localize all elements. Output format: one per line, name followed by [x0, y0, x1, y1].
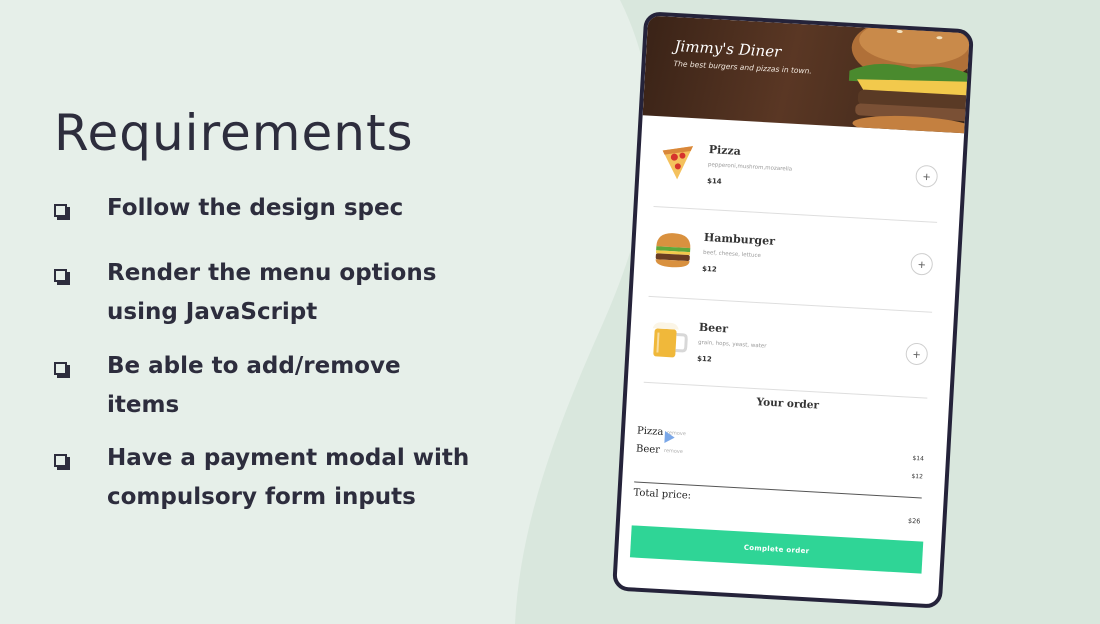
- menu-item-price: $14: [706, 177, 722, 186]
- order-item-name: Pizza: [636, 425, 664, 438]
- burger-photo: [848, 18, 970, 134]
- checkbox-icon: [54, 204, 70, 220]
- menu-item-ingredients: grain, hops, yeast, water: [697, 339, 767, 350]
- checkbox-icon: [54, 269, 70, 285]
- menu-item-price: $12: [701, 264, 717, 274]
- requirement-text: Be able to add/remove items: [107, 353, 401, 418]
- restaurant-name: Jimmy's Diner: [674, 36, 782, 61]
- add-item-button[interactable]: +: [910, 252, 934, 276]
- hero-banner: Jimmy's Diner The best burgers and pizza…: [642, 15, 970, 134]
- requirement-item: Be able to add/remove items: [54, 353, 427, 425]
- mouse-pointer-icon: [664, 431, 675, 444]
- checkbox-icon: [54, 362, 70, 378]
- requirement-item: Follow the design spec: [54, 195, 507, 228]
- complete-order-button[interactable]: Complete order: [629, 525, 924, 574]
- requirement-text: Have a payment modal with compulsory for…: [107, 445, 470, 510]
- menu-item-name: Pizza: [708, 143, 742, 158]
- menu-item-ingredients: pepperoni,mushrom,mozarella: [707, 162, 793, 173]
- total-value: $26: [907, 516, 921, 526]
- phone-mockup: Jimmy's Diner The best burgers and pizza…: [612, 11, 974, 609]
- requirement-item: Have a payment modal with compulsory for…: [54, 445, 497, 517]
- total-label: Total price:: [633, 487, 692, 502]
- checkbox-icon: [54, 454, 70, 470]
- remove-item-button[interactable]: remove: [664, 448, 683, 455]
- pizza-icon: [662, 146, 693, 180]
- order-item-price: $12: [911, 472, 924, 481]
- add-item-button[interactable]: +: [915, 164, 939, 188]
- restaurant-tagline: The best burgers and pizzas in town.: [673, 58, 813, 76]
- slide-title: Requirements: [54, 104, 414, 162]
- menu-item-price: $12: [696, 354, 712, 364]
- requirement-text: Render the menu options using JavaScript: [107, 260, 437, 325]
- menu-item-name: Beer: [698, 320, 729, 336]
- beer-icon: [652, 322, 688, 358]
- order-item-name: Beer: [635, 443, 661, 456]
- menu-item: Pizza pepperoni,mushrom,mozarella $14 +: [637, 123, 963, 227]
- requirement-item: Render the menu options using JavaScript: [54, 260, 457, 332]
- menu-item-name: Hamburger: [703, 230, 776, 248]
- add-item-button[interactable]: +: [905, 342, 929, 366]
- menu-item-ingredients: beef, cheese, lettuce: [702, 249, 761, 260]
- menu-item: Hamburger beef, cheese, lettuce $12 +: [632, 211, 958, 315]
- hamburger-icon: [655, 233, 691, 268]
- requirement-text: Follow the design spec: [107, 195, 404, 221]
